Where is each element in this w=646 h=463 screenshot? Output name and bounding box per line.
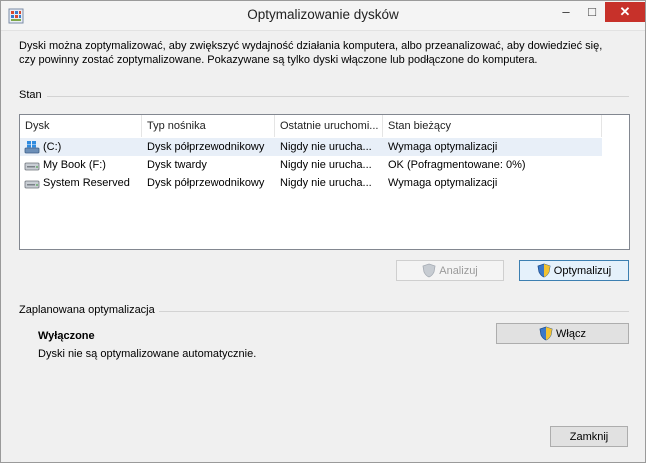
description-line-1: Dyski można zoptymalizować, aby zwiększy…: [19, 40, 603, 52]
drive-last-run: Nigdy nie urucha...: [280, 177, 372, 189]
drive-status: Wymaga optymalizacji: [388, 141, 498, 153]
status-group-label: Stan: [19, 89, 42, 101]
description-line-2: czy powinny zostać zoptymalizowane. Poka…: [19, 54, 538, 66]
close-window-button[interactable]: ✕: [605, 2, 645, 22]
hard-drive-icon: [24, 180, 40, 189]
drive-status: OK (Pofragmentowane: 0%): [388, 159, 526, 171]
scheduled-group-label: Zaplanowana optymalizacja: [19, 304, 155, 316]
enable-schedule-button[interactable]: Włącz: [496, 323, 629, 344]
hard-drive-icon: [24, 162, 40, 171]
schedule-status-title: Wyłączone: [38, 330, 95, 342]
drive-last-run: Nigdy nie urucha...: [280, 141, 372, 153]
column-header-drive[interactable]: Dysk: [20, 115, 142, 137]
status-group-divider: [47, 96, 629, 97]
optimize-button-label: Optymalizuj: [553, 265, 612, 277]
shield-icon: [537, 263, 551, 278]
shield-icon: [422, 263, 436, 278]
description-text: Dyski można zoptymalizować, aby zwiększy…: [19, 39, 619, 67]
optimize-button[interactable]: Optymalizuj: [519, 260, 629, 281]
drive-row[interactable]: System Reserved Dysk półprzewodnikowy Ni…: [20, 174, 602, 192]
column-header-current-status[interactable]: Stan bieżący: [383, 115, 602, 137]
drive-name: My Book (F:): [43, 159, 106, 171]
drive-name: (C:): [43, 141, 62, 153]
drive-row[interactable]: My Book (F:) Dysk twardy Nigdy nie uruch…: [20, 156, 602, 174]
drives-list[interactable]: Dysk Typ nośnika Ostatnie uruchomi... St…: [19, 114, 630, 250]
minimize-button[interactable]: ‒: [553, 2, 579, 22]
optimize-drives-window: Optymalizowanie dysków ‒ □ ✕ Dyski można…: [0, 0, 646, 463]
drives-list-header: Dysk Typ nośnika Ostatnie uruchomi... St…: [20, 115, 602, 137]
window-title: Optymalizowanie dysków: [247, 7, 399, 22]
maximize-button[interactable]: □: [579, 2, 605, 22]
shield-icon: [539, 326, 553, 341]
column-header-media-type[interactable]: Typ nośnika: [142, 115, 275, 137]
drive-last-run: Nigdy nie urucha...: [280, 159, 372, 171]
drive-row[interactable]: (C:) Dysk półprzewodnikowy Nigdy nie uru…: [20, 138, 602, 156]
scheduled-group-divider: [159, 311, 629, 312]
title-bar[interactable]: Optymalizowanie dysków ‒ □ ✕: [1, 1, 645, 31]
enable-schedule-button-label: Włącz: [556, 328, 586, 340]
close-button[interactable]: Zamknij: [550, 426, 628, 447]
drive-media-type: Dysk półprzewodnikowy: [147, 177, 265, 189]
analyze-button-label: Analizuj: [439, 265, 478, 277]
column-header-last-run[interactable]: Ostatnie uruchomi...: [275, 115, 383, 137]
analyze-button[interactable]: Analizuj: [396, 260, 504, 281]
drive-status: Wymaga optymalizacji: [388, 177, 498, 189]
drive-media-type: Dysk półprzewodnikowy: [147, 141, 265, 153]
system-drive-icon: [24, 141, 40, 154]
drive-media-type: Dysk twardy: [147, 159, 207, 171]
schedule-status-text: Dyski nie są optymalizowane automatyczni…: [38, 348, 257, 360]
drive-name: System Reserved: [43, 177, 130, 189]
